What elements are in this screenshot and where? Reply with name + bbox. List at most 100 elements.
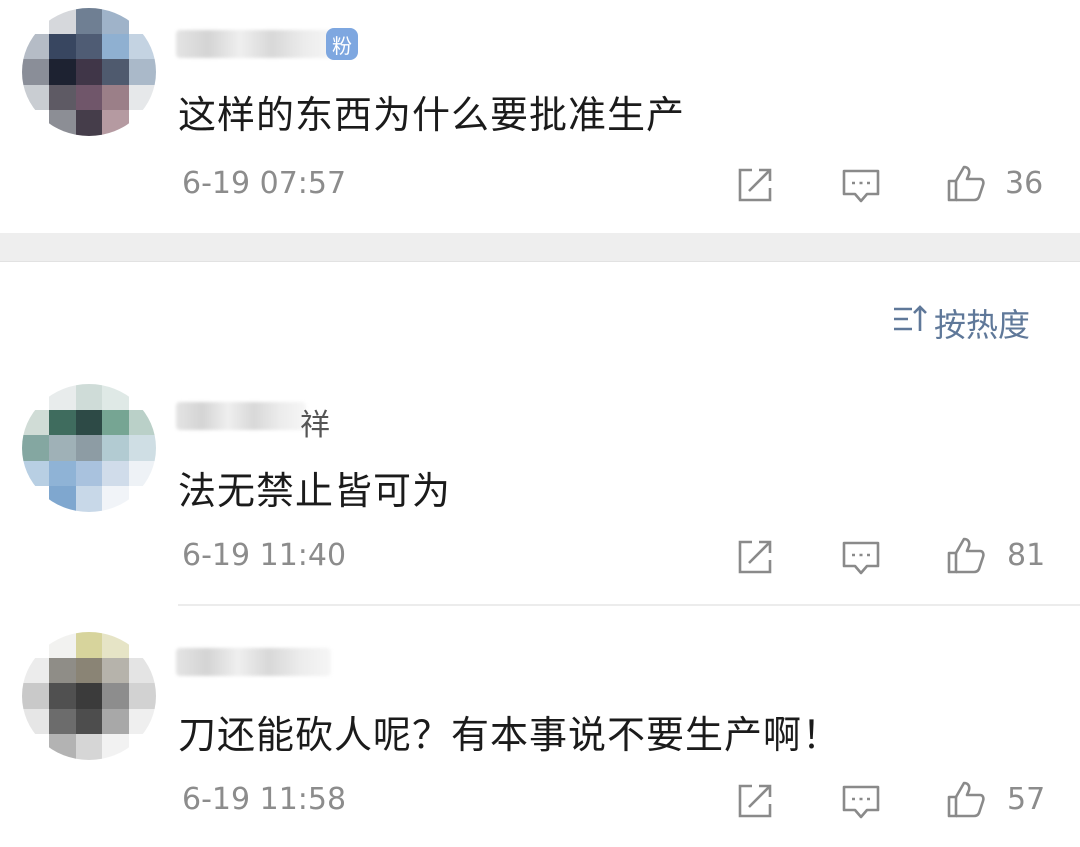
- avatar-pixel: [75, 708, 103, 735]
- avatar-pixel: [48, 632, 76, 658]
- avatar-pixel: [129, 632, 156, 658]
- avatar-pixel: [129, 708, 156, 735]
- avatar-pixel: [48, 734, 76, 760]
- avatar-pixel: [102, 84, 130, 111]
- avatar-pixel: [75, 33, 103, 60]
- avatar-pixel: [75, 657, 103, 684]
- avatar-pixel: [75, 409, 103, 436]
- avatar-pixel: [22, 734, 49, 760]
- avatar-pixel: [75, 460, 103, 487]
- avatar-pixel: [102, 435, 130, 461]
- avatar-pixel: [48, 84, 76, 111]
- avatar-pixel: [22, 657, 49, 684]
- avatar-pixel: [22, 460, 49, 487]
- thumbs-up-icon[interactable]: [946, 779, 986, 819]
- sort-label: 按热度: [934, 306, 1031, 344]
- avatar-pixel: [129, 409, 156, 436]
- avatar-pixel: [22, 110, 49, 136]
- avatar-pixel: [129, 59, 156, 85]
- avatar-pixel: [22, 59, 49, 85]
- comment-text: 法无禁止皆可为: [178, 469, 452, 513]
- avatar[interactable]: [22, 632, 156, 760]
- comment-icon[interactable]: [841, 537, 881, 577]
- avatar-pixel: [48, 708, 76, 735]
- avatar-pixel: [22, 84, 49, 111]
- like-count: 57: [1007, 782, 1046, 817]
- share-icon[interactable]: [735, 537, 775, 577]
- username-blurred[interactable]: [176, 648, 331, 676]
- avatar-pixel: [75, 632, 103, 658]
- avatar-pixel: [129, 84, 156, 111]
- avatar-pixel: [129, 734, 156, 760]
- avatar-pixel: [102, 734, 130, 760]
- username-blurred[interactable]: [176, 30, 336, 58]
- comment-item: 刀还能砍人呢？有本事说不要生产啊！ 6-19 11:58 57: [0, 612, 1080, 847]
- avatar-pixel: [22, 632, 49, 658]
- sort-by-hot-button[interactable]: 按热度: [892, 300, 1030, 346]
- comment-time: 6-19 11:40: [182, 538, 347, 573]
- comment-text: 刀还能砍人呢？有本事说不要生产啊！: [178, 713, 842, 757]
- avatar-pixel: [48, 460, 76, 487]
- thumbs-up-icon[interactable]: [946, 163, 986, 203]
- avatar-pixel: [102, 657, 130, 684]
- username-blurred[interactable]: [176, 402, 306, 430]
- avatar-pixel: [75, 734, 103, 760]
- comment-text: 这样的东西为什么要批准生产: [178, 93, 686, 137]
- comment-item: 粉 这样的东西为什么要批准生产 6-19 07:57 36: [0, 0, 1080, 233]
- avatar-pixel: [102, 8, 130, 34]
- comment-time: 6-19 07:57: [182, 166, 347, 201]
- like-count: 36: [1005, 166, 1044, 201]
- comment-icon[interactable]: [841, 781, 881, 821]
- avatar-pixel: [75, 110, 103, 136]
- comment-item: 祥 法无禁止皆可为 6-19 11:40 81: [0, 380, 1080, 604]
- avatar-pixel: [22, 384, 49, 410]
- avatar-pixel: [22, 486, 49, 512]
- share-icon[interactable]: [735, 781, 775, 821]
- avatar-pixel: [48, 384, 76, 410]
- avatar-pixel: [48, 33, 76, 60]
- avatar-pixel: [129, 435, 156, 461]
- avatar-pixel: [129, 657, 156, 684]
- avatar-pixel: [102, 384, 130, 410]
- avatar-pixel: [48, 409, 76, 436]
- avatar-pixel: [48, 59, 76, 85]
- avatar[interactable]: [22, 384, 156, 512]
- avatar-pixel: [75, 683, 103, 709]
- avatar-pixel: [75, 486, 103, 512]
- avatar-pixel: [102, 33, 130, 60]
- avatar-pixel: [75, 435, 103, 461]
- avatar-pixel: [22, 8, 49, 34]
- avatar[interactable]: [22, 8, 156, 136]
- avatar-pixel: [48, 486, 76, 512]
- avatar-pixel: [48, 8, 76, 34]
- avatar-pixel: [75, 384, 103, 410]
- avatar-pixel: [48, 435, 76, 461]
- avatar-pixel: [48, 657, 76, 684]
- avatar-pixel: [75, 8, 103, 34]
- avatar-pixel: [22, 33, 49, 60]
- avatar-pixel: [102, 683, 130, 709]
- comment-time: 6-19 11:58: [182, 782, 347, 817]
- avatar-pixel: [102, 632, 130, 658]
- username-suffix[interactable]: 祥: [300, 400, 330, 444]
- avatar-pixel: [129, 384, 156, 410]
- avatar-pixel: [102, 409, 130, 436]
- comment-divider: [178, 604, 1080, 606]
- avatar-pixel: [129, 8, 156, 34]
- fan-badge: 粉: [326, 28, 358, 60]
- section-separator: [0, 233, 1080, 262]
- avatar-pixel: [22, 708, 49, 735]
- sort-icon: [892, 303, 928, 343]
- avatar-pixel: [129, 33, 156, 60]
- comment-icon[interactable]: [841, 165, 881, 205]
- avatar-pixel: [102, 460, 130, 487]
- avatar-pixel: [22, 683, 49, 709]
- avatar-pixel: [102, 110, 130, 136]
- like-count: 81: [1007, 538, 1046, 573]
- avatar-pixel: [129, 683, 156, 709]
- thumbs-up-icon[interactable]: [946, 535, 986, 575]
- share-icon[interactable]: [735, 165, 775, 205]
- avatar-pixel: [22, 435, 49, 461]
- avatar-pixel: [102, 59, 130, 85]
- avatar-pixel: [48, 110, 76, 136]
